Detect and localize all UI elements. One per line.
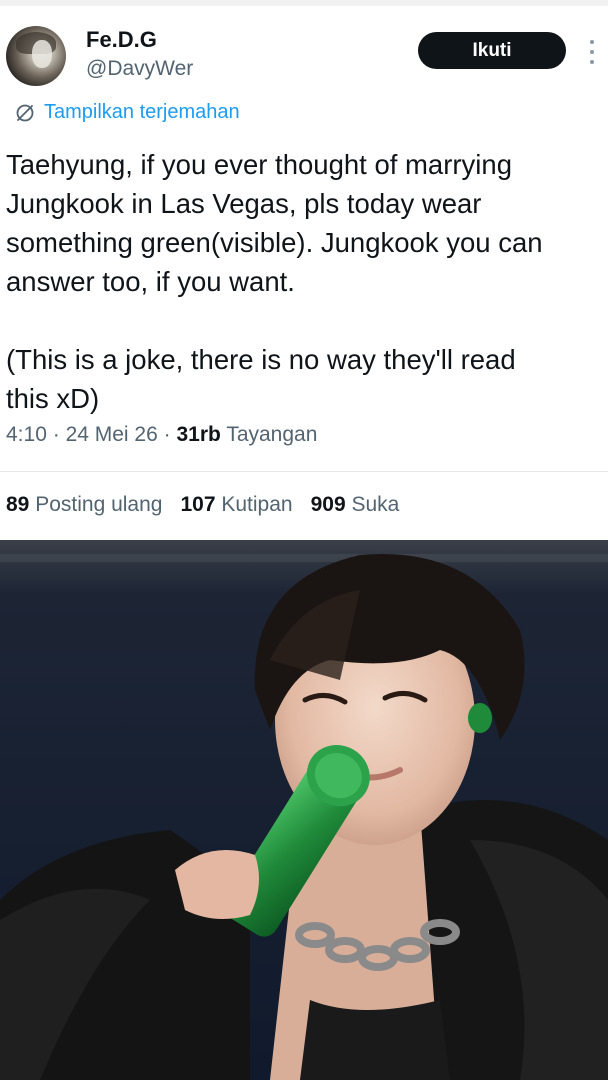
reposts-count: 89 [6,493,30,516]
quotes-stat[interactable]: 107 Kutipan [180,493,292,517]
meta-separator: · [52,423,60,446]
engagement-stats: 89 Posting ulang 107 Kutipan 909 Suka [6,493,399,517]
avatar[interactable] [6,26,66,86]
tweet-text: Taehyung, if you ever thought of marryin… [6,145,602,418]
tweet-paragraph-1: Taehyung, if you ever thought of marryin… [6,149,543,297]
translate-link[interactable]: Tampilkan terjemahan [14,101,240,124]
tweet-meta: 4:10 · 24 Mei 26 · 31rb Tayangan [6,423,317,447]
views-label: Tayangan [226,423,318,446]
stats-divider [0,471,608,472]
likes-stat[interactable]: 909 Suka [311,493,400,517]
follow-button[interactable]: Ikuti [418,32,566,69]
user-handle[interactable]: @DavyWer [86,57,193,81]
more-options-icon[interactable] [588,40,596,64]
quotes-count: 107 [180,493,216,516]
display-name[interactable]: Fe.D.G [86,27,157,53]
quotes-label: Kutipan [221,493,293,516]
tweet-date[interactable]: 24 Mei 26 [66,423,158,446]
likes-count: 909 [310,493,346,516]
photo-illustration [0,540,608,1080]
translate-icon [16,104,34,121]
tweet-photo[interactable] [0,540,608,1080]
likes-label: Suka [351,493,400,516]
tweet-time[interactable]: 4:10 [6,423,47,446]
views-count: 31rb [176,423,221,446]
tweet-paragraph-2: (This is a joke, there is no way they'll… [6,344,516,414]
meta-separator: · [163,423,171,446]
reposts-stat[interactable]: 89 Posting ulang [6,493,162,517]
reposts-label: Posting ulang [35,493,163,516]
avatar-face [32,40,52,68]
top-divider [0,0,608,6]
translate-label[interactable]: Tampilkan terjemahan [44,101,240,124]
